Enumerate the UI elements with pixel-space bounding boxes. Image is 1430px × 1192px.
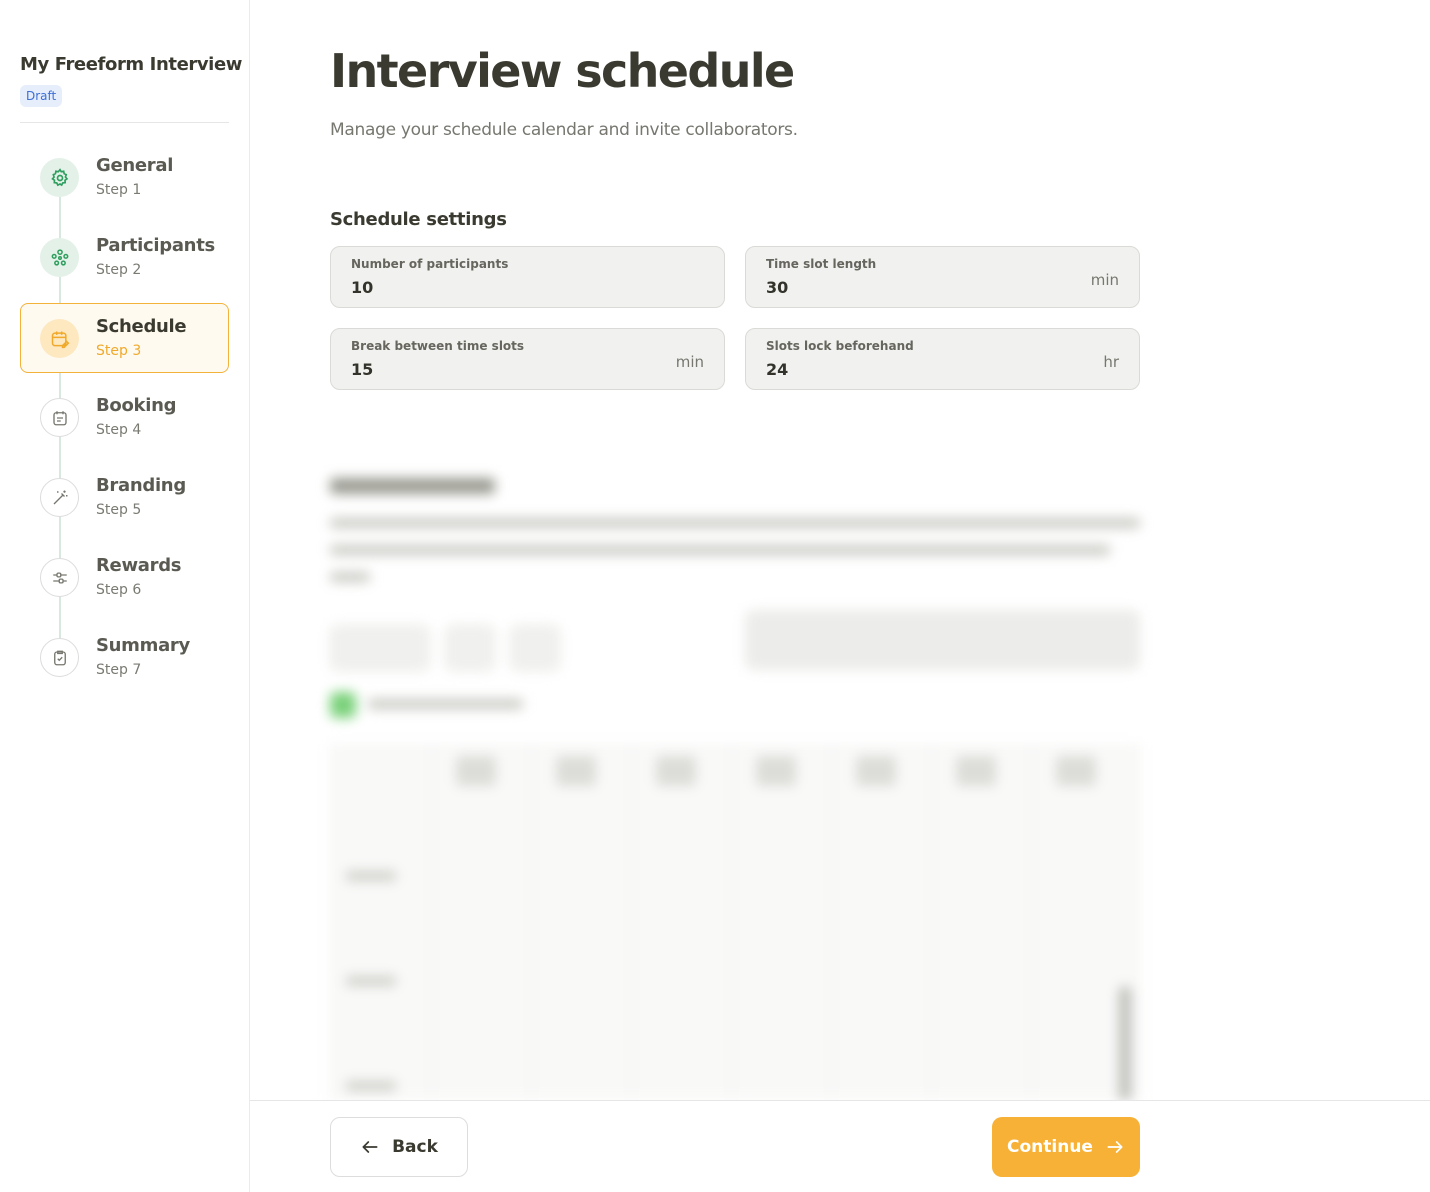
- step-number: Step 2: [96, 262, 142, 278]
- time-slot-length-input[interactable]: [766, 278, 1066, 297]
- step-participants[interactable]: Participants Step 2: [20, 222, 229, 292]
- blurred-button: [510, 625, 560, 671]
- continue-button-label: Continue: [1007, 1137, 1093, 1157]
- participants-count-input[interactable]: [351, 278, 651, 297]
- people-icon: [40, 238, 79, 277]
- sidebar: My Freeform Interview Draft General Step…: [0, 0, 250, 1192]
- time-slot-length-field[interactable]: Time slot length min: [745, 246, 1140, 308]
- step-title: Participants: [96, 235, 215, 256]
- step-title: Schedule: [96, 316, 187, 337]
- grid-header: [956, 756, 996, 786]
- back-button-label: Back: [392, 1137, 438, 1157]
- blurred-checkbox-label: [368, 699, 523, 709]
- clipboard-check-icon: [40, 638, 79, 677]
- unit-label: min: [675, 353, 704, 371]
- grid-column: [931, 746, 932, 1100]
- unit-label: hr: [1103, 353, 1119, 371]
- blurred-calendar-section: [320, 460, 1160, 1100]
- grid-row-label: [346, 871, 396, 881]
- grid-row-label: [346, 976, 396, 986]
- step-title: Summary: [96, 635, 190, 656]
- blurred-text-line: [330, 518, 1140, 528]
- grid-header: [656, 756, 696, 786]
- project-title: My Freeform Interview: [20, 54, 242, 75]
- unit-label: min: [1090, 271, 1119, 289]
- step-schedule[interactable]: Schedule Step 3: [20, 303, 229, 373]
- step-number: Step 5: [96, 502, 142, 518]
- calendar-edit-icon: [40, 319, 79, 358]
- grid-column: [731, 746, 732, 1100]
- grid-column: [531, 746, 532, 1100]
- step-number: Step 7: [96, 662, 142, 678]
- blurred-button: [445, 625, 495, 671]
- arrow-left-icon: [362, 1141, 378, 1153]
- arrow-right-icon: [1107, 1141, 1123, 1153]
- grid-header: [756, 756, 796, 786]
- break-between-slots-field[interactable]: Break between time slots min: [330, 328, 725, 390]
- grid-column: [431, 746, 432, 1100]
- step-general[interactable]: General Step 1: [20, 142, 229, 212]
- back-button[interactable]: Back: [330, 1117, 468, 1177]
- step-booking[interactable]: Booking Step 4: [20, 382, 229, 452]
- step-number: Step 4: [96, 422, 142, 438]
- blurred-checkbox: [330, 692, 356, 718]
- page-title: Interview schedule: [330, 44, 795, 98]
- participants-count-field[interactable]: Number of participants: [330, 246, 725, 308]
- step-title: General: [96, 155, 174, 176]
- blurred-calendar-grid: [330, 745, 1140, 1100]
- break-between-slots-input[interactable]: [351, 360, 651, 379]
- step-summary[interactable]: Summary Step 7: [20, 622, 229, 692]
- footer-bar: Back Continue: [250, 1100, 1430, 1192]
- sliders-icon: [40, 558, 79, 597]
- grid-header: [456, 756, 496, 786]
- booking-calendar-icon: [40, 398, 79, 437]
- sidebar-divider: [20, 122, 229, 123]
- step-number: Step 6: [96, 582, 142, 598]
- slots-lock-input[interactable]: [766, 360, 1066, 379]
- page-subtitle: Manage your schedule calendar and invite…: [330, 120, 798, 140]
- gear-icon: [40, 158, 79, 197]
- blurred-text-line: [330, 545, 1110, 555]
- blurred-button: [330, 625, 430, 671]
- blurred-text-line: [330, 572, 370, 582]
- blurred-select: [745, 610, 1140, 670]
- step-title: Branding: [96, 475, 186, 496]
- magic-wand-icon: [40, 478, 79, 517]
- grid-header: [1056, 756, 1096, 786]
- step-title: Booking: [96, 395, 177, 416]
- field-label: Time slot length: [766, 257, 877, 271]
- section-title-schedule-settings: Schedule settings: [330, 209, 507, 230]
- field-label: Number of participants: [351, 257, 509, 271]
- step-number: Step 1: [96, 182, 142, 198]
- grid-column: [631, 746, 632, 1100]
- step-number: Step 3: [96, 343, 142, 359]
- continue-button[interactable]: Continue: [992, 1117, 1140, 1177]
- grid-header: [556, 756, 596, 786]
- step-branding[interactable]: Branding Step 5: [20, 462, 229, 532]
- grid-column: [831, 746, 832, 1100]
- step-title: Rewards: [96, 555, 182, 576]
- grid-column: [1031, 746, 1032, 1100]
- field-label: Break between time slots: [351, 339, 525, 353]
- blurred-heading: [330, 478, 495, 494]
- status-badge: Draft: [20, 85, 63, 107]
- grid-header: [856, 756, 896, 786]
- slots-lock-field[interactable]: Slots lock beforehand hr: [745, 328, 1140, 390]
- grid-row-label: [346, 1081, 396, 1091]
- step-rewards[interactable]: Rewards Step 6: [20, 542, 229, 612]
- field-label: Slots lock beforehand: [766, 339, 914, 353]
- grid-scrollbar: [1119, 986, 1131, 1100]
